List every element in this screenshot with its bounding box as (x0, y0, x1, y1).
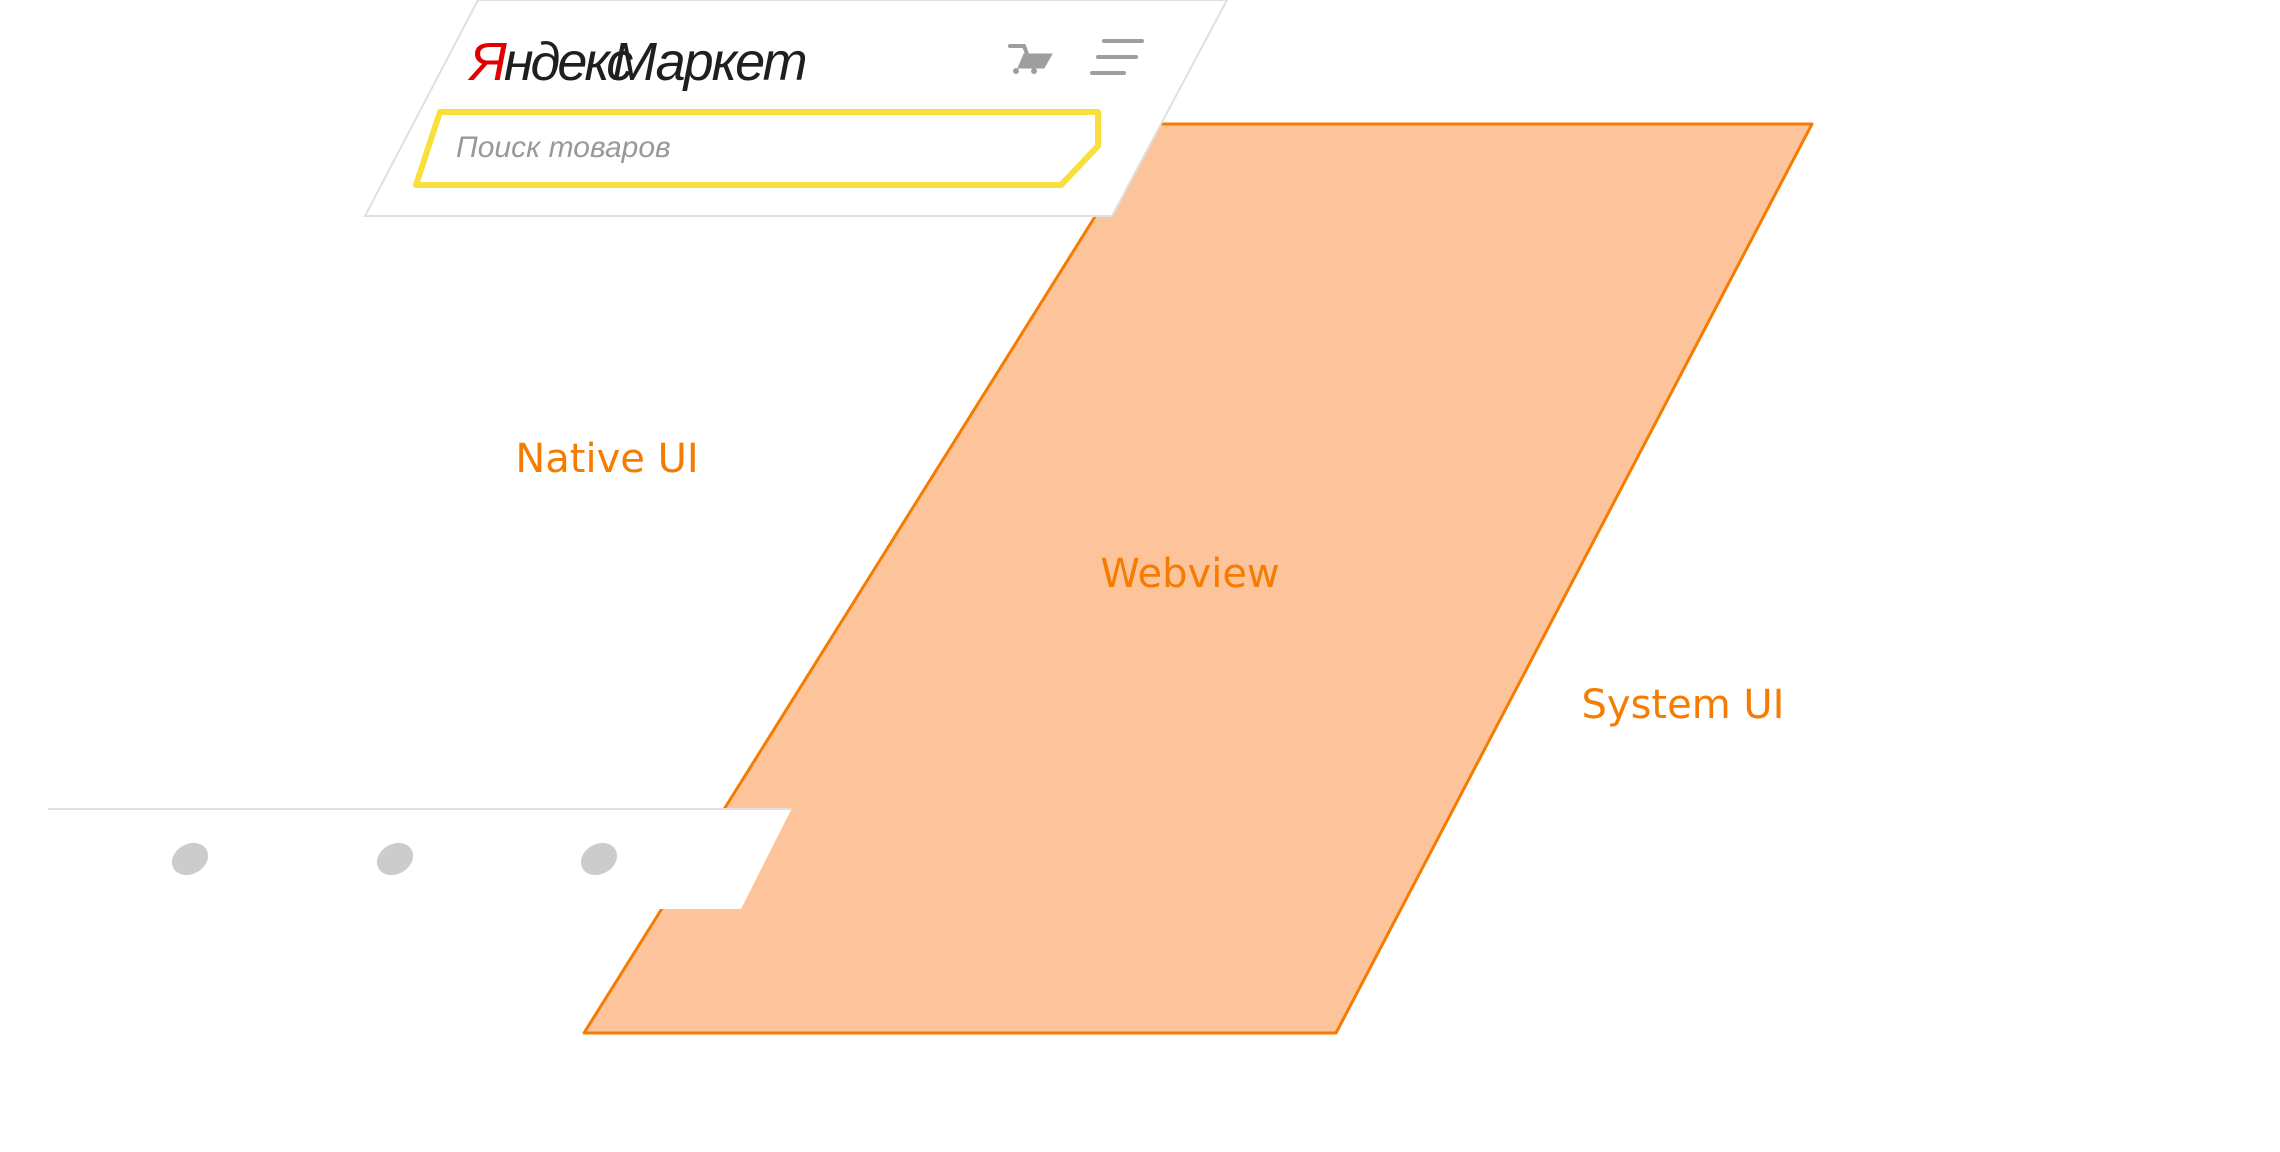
search-placeholder: Поиск товаров (456, 131, 671, 164)
bottom-bar-surface (48, 808, 792, 909)
label-native-ui: Native UI (515, 436, 698, 482)
layered-ui-diagram: Яндекс Маркет Поиск товаров Native UI We (48, 0, 1814, 1035)
logo-yandex: Яндекс (467, 32, 633, 92)
search-input[interactable]: Поиск товаров (413, 109, 1101, 188)
native-bottom-bar (48, 808, 792, 909)
logo-market: Маркет (612, 32, 806, 92)
native-header-panel: Яндекс Маркет Поиск товаров (363, 0, 1229, 217)
label-system-ui: System UI (1582, 682, 1785, 728)
label-webview: Webview (1100, 551, 1279, 597)
